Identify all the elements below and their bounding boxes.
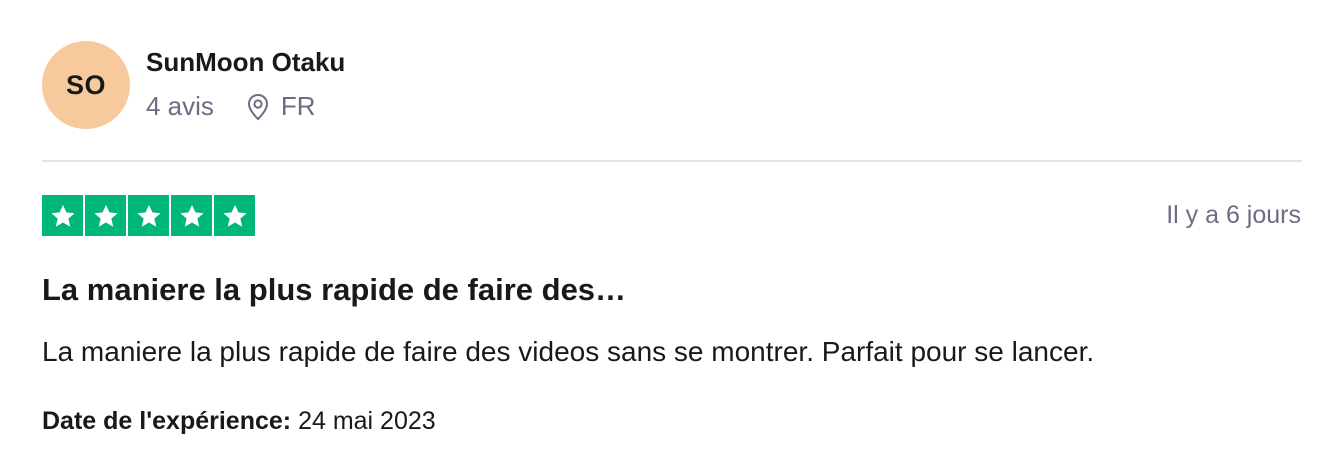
reviewer-location: FR <box>247 91 316 122</box>
reviewer-meta: 4 avis FR <box>146 91 316 122</box>
star-icon <box>128 195 169 236</box>
review-posted-date: Il y a 6 jours <box>1166 201 1301 229</box>
review-count: 4 avis <box>146 91 214 121</box>
star-icon <box>214 195 255 236</box>
star-rating <box>42 195 255 236</box>
review-body: La maniere la plus rapide de faire des v… <box>42 336 1095 367</box>
review-title[interactable]: La maniere la plus rapide de faire des… <box>42 272 626 308</box>
avatar[interactable]: SO <box>42 41 130 129</box>
star-icon <box>42 195 83 236</box>
experience-date-label: Date de l'expérience: <box>42 407 292 435</box>
experience-date: Date de l'expérience: 24 mai 2023 <box>42 407 436 436</box>
experience-date-value: 24 mai 2023 <box>298 407 436 435</box>
review-card: SO SunMoon Otaku 4 avis FR Il y a 6 jour… <box>0 0 1340 468</box>
star-icon <box>171 195 212 236</box>
star-icon <box>85 195 126 236</box>
reviewer-country: FR <box>280 91 316 121</box>
reviewer-name-link[interactable]: SunMoon Otaku <box>146 47 345 78</box>
avatar-initials: SO <box>65 69 106 100</box>
location-pin-icon <box>247 93 268 120</box>
divider <box>42 160 1302 162</box>
